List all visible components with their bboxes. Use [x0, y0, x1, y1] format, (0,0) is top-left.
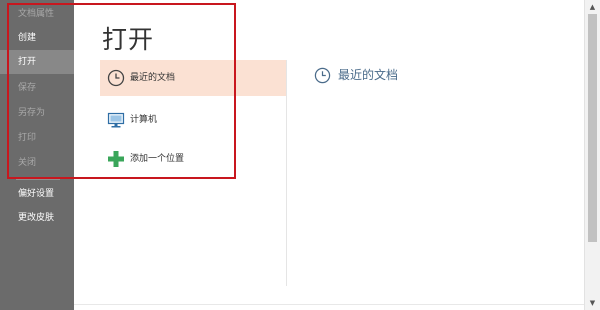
scrollbar-thumb[interactable]	[588, 14, 597, 242]
scroll-up-arrow-icon[interactable]: ▲	[585, 0, 600, 14]
sidebar-item-label: 关闭	[18, 158, 37, 168]
clock-icon	[314, 67, 331, 84]
sidebar-item-label: 保存	[18, 83, 37, 93]
plus-icon	[107, 150, 125, 168]
location-add-place[interactable]: 添加一个位置	[100, 141, 286, 177]
sidebar-item-print[interactable]: 打印	[0, 126, 74, 150]
sidebar-item-document-properties[interactable]: 文档属性	[0, 2, 74, 26]
location-label: 计算机	[130, 115, 158, 125]
computer-icon	[107, 111, 125, 129]
location-recent-documents[interactable]: 最近的文档	[100, 60, 286, 96]
clock-icon	[107, 69, 125, 87]
sidebar-item-open[interactable]: 打开	[0, 50, 74, 74]
sidebar-item-label: 创建	[18, 33, 37, 43]
sidebar-item-close[interactable]: 关闭	[0, 151, 74, 175]
sidebar-item-save[interactable]: 保存	[0, 76, 74, 100]
bottom-border	[74, 304, 584, 305]
sidebar-item-change-skin[interactable]: 更改皮肤	[0, 206, 74, 230]
page-title: 打开	[102, 25, 155, 54]
sidebar-item-label: 打印	[18, 133, 37, 143]
sidebar-item-label: 文档属性	[18, 9, 55, 19]
scroll-down-arrow-icon[interactable]: ▼	[585, 296, 600, 310]
sidebar-item-create[interactable]: 创建	[0, 26, 74, 50]
sidebar-item-preferences[interactable]: 偏好设置	[0, 182, 74, 206]
app-window: 文档属性 创建 打开 保存 另存为 打印 关闭 偏好设置 更改皮肤 打开 最近的…	[0, 0, 600, 310]
panel-divider	[286, 60, 287, 286]
sidebar-item-label: 另存为	[18, 108, 46, 118]
location-label: 最近的文档	[130, 73, 176, 83]
sidebar-item-label: 打开	[18, 57, 37, 67]
location-label: 添加一个位置	[130, 154, 185, 164]
sidebar: 文档属性 创建 打开 保存 另存为 打印 关闭 偏好设置 更改皮肤	[0, 0, 74, 310]
vertical-scrollbar[interactable]: ▲ ▼	[584, 0, 600, 310]
sidebar-item-label: 偏好设置	[18, 189, 55, 199]
sidebar-item-save-as[interactable]: 另存为	[0, 101, 74, 125]
location-computer[interactable]: 计算机	[100, 102, 286, 138]
sidebar-item-label: 更改皮肤	[18, 213, 55, 223]
sidebar-separator	[16, 179, 60, 180]
recent-documents-title: 最近的文档	[338, 68, 399, 82]
